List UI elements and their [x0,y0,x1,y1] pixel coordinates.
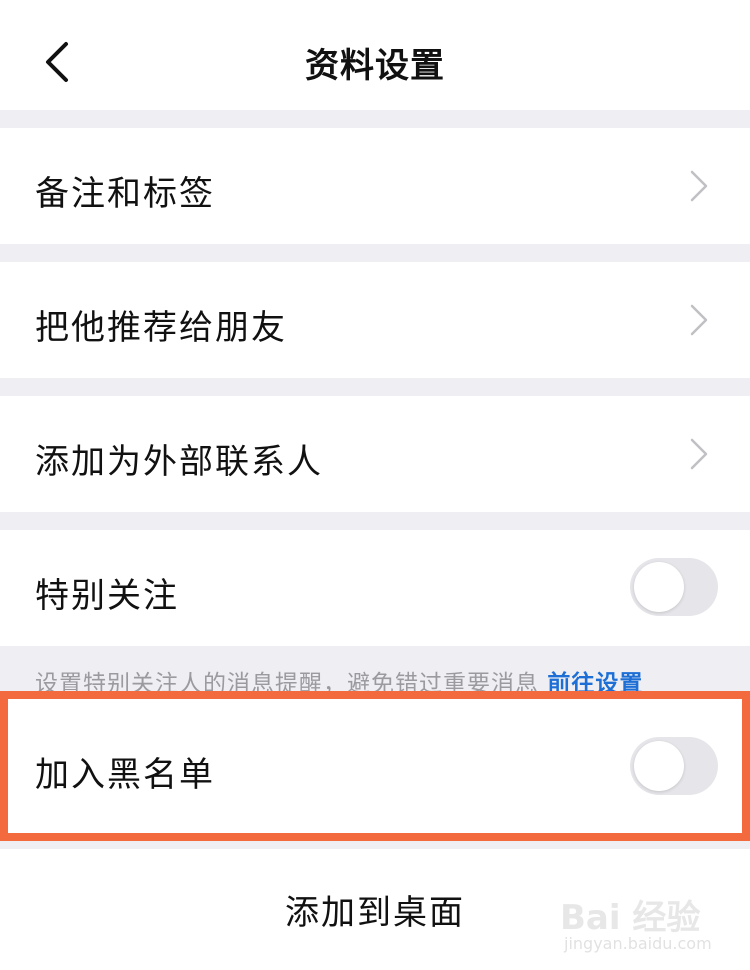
baidu-watermark: Bai 经验 jingyan.baidu.com [560,890,730,960]
watermark-logo: Bai 经验 [560,898,701,938]
row-label: 备注和标签 [35,174,215,214]
special-attention-hint: 设置特别关注人的消息提醒，避免错过重要消息 前往设置 [35,664,643,698]
chevron-right-icon [690,438,708,470]
row-add-external-contact[interactable]: 添加为外部联系人 [0,396,750,512]
blacklist-toggle[interactable] [630,737,718,795]
row-label: 添加为外部联系人 [35,442,323,482]
top-bar: 资料设置 [0,0,750,110]
toggle-knob [634,562,684,612]
row-remarks-tags[interactable]: 备注和标签 [0,128,750,244]
watermark-url: jingyan.baidu.com [564,934,712,953]
page-title: 资料设置 [305,46,445,86]
row-blacklist: 加入黑名单 [0,699,750,833]
row-label: 特别关注 [35,576,179,616]
toggle-knob [634,741,684,791]
special-attention-toggle[interactable] [630,558,718,616]
row-label: 加入黑名单 [35,755,215,795]
row-label: 把他推荐给朋友 [35,308,287,348]
chevron-right-icon [690,170,708,202]
hint-text: 设置特别关注人的消息提醒，避免错过重要消息 [35,671,539,697]
row-special-attention: 特别关注 [0,530,750,646]
row-recommend-friend[interactable]: 把他推荐给朋友 [0,262,750,378]
chevron-right-icon [690,304,708,336]
goto-settings-link[interactable]: 前往设置 [547,671,643,697]
